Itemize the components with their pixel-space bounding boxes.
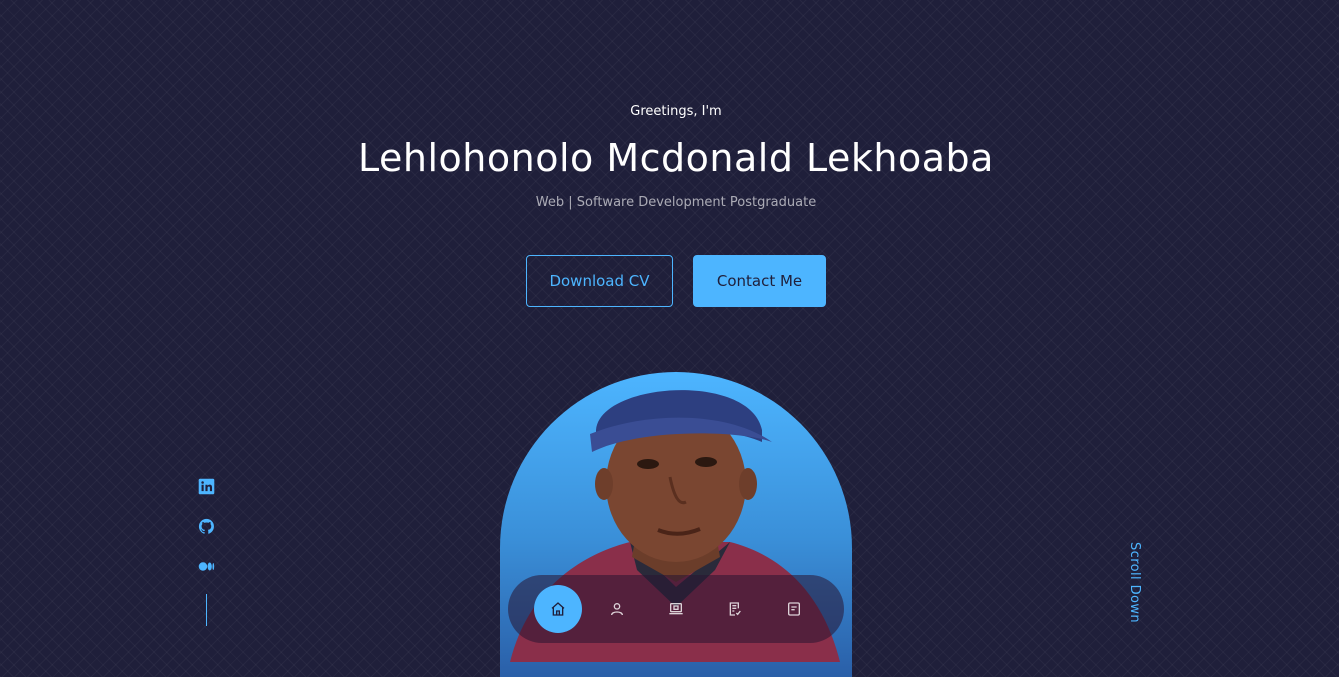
home-icon [551,602,565,616]
nav-about[interactable] [593,585,641,633]
subtitle-text: Web | Software Development Postgraduate [535,195,817,210]
nav-experience[interactable] [652,585,700,633]
nav-services[interactable] [711,585,759,633]
nav-home[interactable] [534,585,582,633]
social-divider [205,594,207,626]
checklist-icon [729,602,741,616]
page-title: Lehlohonolo Mcdonald Lekhoaba [358,136,994,180]
linkedin-link[interactable] [196,476,216,496]
message-icon [788,602,800,616]
user-icon [611,603,623,616]
greeting-text: Greetings, I'm [630,104,722,119]
laptop-icon [669,603,683,615]
download-cv-button[interactable]: Download CV [526,255,673,307]
medium-icon [198,561,214,571]
medium-link[interactable] [196,556,216,576]
contact-me-button[interactable]: Contact Me [693,255,826,307]
bottom-nav [508,575,844,643]
social-links [196,476,216,626]
linkedin-icon [198,478,214,494]
scroll-down-link[interactable]: Scroll Down [1127,542,1142,623]
nav-contact[interactable] [770,585,818,633]
github-link[interactable] [196,516,216,536]
github-icon [198,518,214,534]
